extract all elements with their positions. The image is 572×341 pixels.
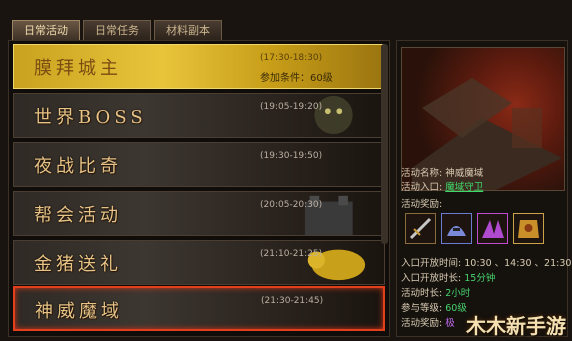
activity-name: 神威魔域: [35, 301, 123, 322]
tab-bar: 日常活动 日常任务 材料副本: [12, 20, 222, 40]
activity-name: 金猪送礼: [34, 254, 122, 275]
detail-reward-label: 活动奖励:: [401, 199, 443, 210]
activity-name: 帮会活动: [34, 205, 122, 226]
reward-item[interactable]: [441, 213, 472, 244]
activity-name: 世界BOSS: [34, 107, 147, 128]
activity-condition: 参加条件：60级: [260, 73, 333, 84]
golden-pig-icon: [307, 249, 366, 281]
activity-row-golden-pig[interactable]: 金猪送礼 (21:10-21:25): [13, 240, 385, 285]
detail-level-line: 参与等级: 60级: [401, 303, 467, 314]
activity-row-worship-lord[interactable]: 膜拜城主 (17:30-18:30) 参加条件：60级: [13, 44, 385, 89]
entry-link[interactable]: 魔域守卫: [445, 182, 483, 193]
detail-duration-line: 活动时长: 2小时: [401, 288, 471, 299]
reward-item-list: [405, 213, 544, 244]
armor-icon: [518, 220, 539, 238]
detail-open-duration-line: 入口开放时长: 15分钟: [401, 273, 496, 284]
helmet-icon: [447, 226, 466, 236]
activity-window: 日常活动 日常任务 材料副本 膜拜城主 (17:30-18:30) 参加条件：6…: [0, 0, 572, 341]
activity-name: 夜战比奇: [34, 156, 122, 177]
list-scrollbar[interactable]: [381, 44, 388, 244]
claw-icon: [482, 220, 504, 238]
activity-time: (20:05-20:30): [260, 200, 323, 210]
tab-material-dungeon[interactable]: 材料副本: [154, 20, 222, 40]
activity-time: (21:10-21:25): [260, 249, 323, 259]
activity-name: 膜拜城主: [34, 58, 122, 79]
activity-row-world-boss[interactable]: 世界BOSS (19:05-19:20): [13, 93, 385, 138]
activity-time: (19:30-19:50): [260, 151, 323, 161]
reward-item[interactable]: [513, 213, 544, 244]
activity-list: 膜拜城主 (17:30-18:30) 参加条件：60级 世界BOSS (19:0…: [8, 40, 390, 337]
reward-item[interactable]: [477, 213, 508, 244]
watermark-text: 木木新手游: [466, 314, 566, 338]
boss-art-icon: [314, 95, 353, 135]
activity-row-night-battle[interactable]: 夜战比奇 (19:30-19:50): [13, 142, 385, 187]
sword-icon: [409, 217, 432, 240]
detail-open-time-line: 入口开放时间: 10:30 、14:30 、21:30: [401, 258, 572, 269]
detail-name-line: 活动名称: 神威魔域: [401, 168, 484, 179]
tab-daily-activities[interactable]: 日常活动: [12, 20, 80, 40]
reward-item[interactable]: [405, 213, 436, 244]
tab-daily-tasks[interactable]: 日常任务: [83, 20, 151, 40]
activity-time: (17:30-18:30): [260, 53, 323, 63]
detail-panel: 活动名称: 神威魔域 活动入口: 魔域守卫 活动奖励: 入口开放时间: 10:3…: [396, 40, 572, 337]
detail-reward2-line: 活动奖励: 极: [401, 318, 455, 329]
activity-name-value: 神威魔域: [445, 168, 484, 179]
detail-entry-line: 活动入口: 魔域守卫: [401, 182, 484, 193]
activity-row-divine-realm[interactable]: 神威魔域 (21:30-21:45): [13, 286, 385, 331]
activity-time: (19:05-19:20): [260, 102, 323, 112]
castle-art-icon: [304, 195, 353, 235]
activity-time: (21:30-21:45): [261, 296, 324, 306]
activity-row-guild[interactable]: 帮会活动 (20:05-20:30): [13, 191, 385, 236]
